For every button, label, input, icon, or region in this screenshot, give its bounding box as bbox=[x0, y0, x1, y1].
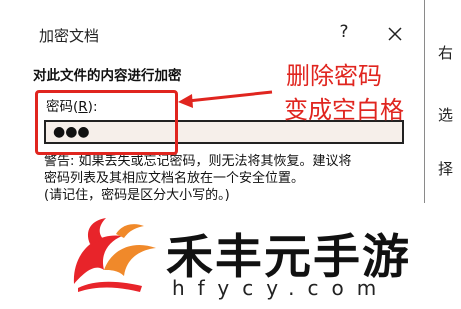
warning-line: (请记住，密码是区分大小写的。) bbox=[44, 188, 230, 203]
background-text-char: 右 bbox=[438, 44, 454, 62]
background-text-char: 选 bbox=[438, 106, 454, 124]
watermark-domain: hfycy.com bbox=[172, 276, 390, 300]
annotation-text-line: 删除密码 bbox=[286, 62, 382, 90]
warning-line: 密码列表及其相应文档名放在一个安全位置。 bbox=[44, 171, 305, 186]
annotation-arrow-icon bbox=[178, 90, 273, 108]
annotation-highlight-box bbox=[35, 90, 178, 155]
warning-text: 警告: 如果丢失或忘记密码，则无法将其恢复。建议将 密码列表及其相应文档名放在一… bbox=[44, 153, 414, 204]
dialog-title: 加密文档 bbox=[39, 27, 100, 45]
close-button[interactable] bbox=[385, 24, 405, 44]
close-icon bbox=[388, 27, 402, 41]
warning-line: 警告: 如果丢失或忘记密码，则无法将其恢复。建议将 bbox=[44, 154, 352, 169]
background-text-char: 择 bbox=[438, 160, 454, 178]
help-button[interactable]: ? bbox=[334, 22, 354, 46]
section-title: 对此文件的内容进行加密 bbox=[33, 68, 182, 84]
watermark-logo-icon bbox=[73, 218, 156, 292]
annotation-text-line: 变成空白格 bbox=[284, 96, 404, 124]
